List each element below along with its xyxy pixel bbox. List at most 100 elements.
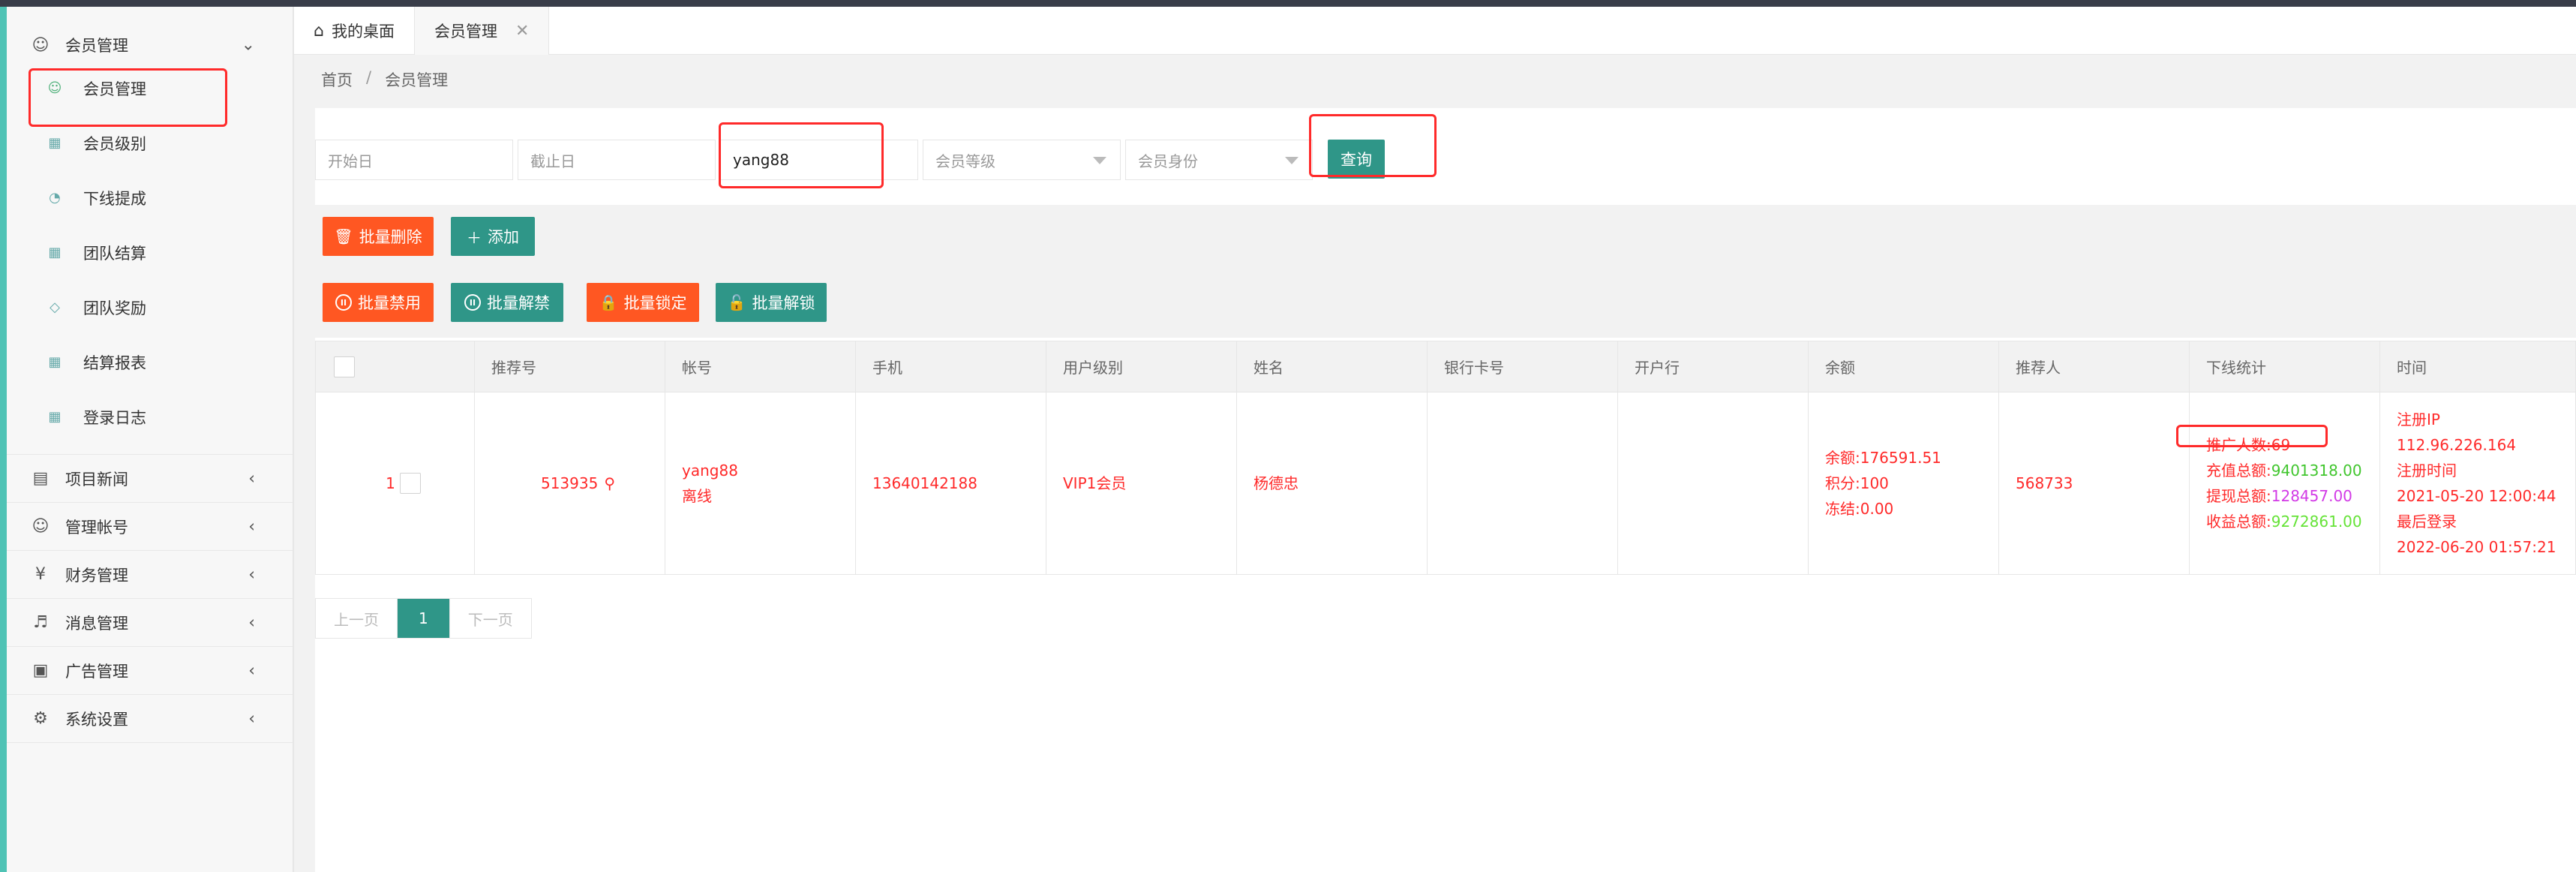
tab-label: 会员管理: [434, 23, 497, 41]
gauge-icon: ◔: [49, 190, 61, 206]
member-level-select[interactable]: 会员等级: [923, 140, 1121, 180]
chevron-left-icon: ‹: [248, 613, 255, 632]
start-date-input[interactable]: 开始日: [315, 140, 513, 180]
tab-bar: ⌂ 我的桌面 会员管理 ✕: [294, 7, 2576, 55]
user-icon: ☺: [32, 35, 50, 55]
reg-ip-label: 注册IP: [2397, 410, 2440, 428]
balance-cell: 余额:176591.51 积分:100 冻结:0.00: [1809, 392, 1999, 574]
batch-lock-button[interactable]: 🔒 批量锁定: [587, 283, 699, 322]
button-label: 批量禁用: [358, 294, 421, 312]
sidebar-group-label: 财务管理: [65, 566, 128, 585]
withdraw-total: 提现总额:128457.00: [2206, 487, 2352, 505]
sidebar-group-finance[interactable]: ¥ 财务管理 ‹: [7, 551, 293, 599]
header-cell: 下线统计: [2190, 341, 2380, 392]
header-cell: 开户行: [1618, 341, 1809, 392]
sidebar-group-label: 广告管理: [65, 662, 128, 681]
sidebar-item-login-log[interactable]: ▦ 登录日志: [7, 389, 293, 444]
query-button[interactable]: 查询: [1328, 140, 1385, 179]
admin-icon: ☺: [32, 517, 50, 536]
main-area: ⌂ 我的桌面 会员管理 ✕ 首页 / 会员管理 开始日 截止日 yang88 会…: [294, 7, 2576, 872]
button-label: 批量锁定: [623, 294, 687, 312]
bank-card-cell: [1428, 392, 1618, 574]
sidebar-item-label: 团队奖励: [83, 299, 146, 317]
search-icon[interactable]: ⚲: [604, 471, 615, 496]
sidebar-group-project-news[interactable]: ▤ 项目新闻 ‹: [7, 455, 293, 503]
sidebar-item-label: 会员管理: [83, 80, 146, 98]
unlock-icon: 🔓: [727, 293, 746, 311]
sidebar-group-settings[interactable]: ⚙ 系统设置 ‹: [7, 695, 293, 743]
batch-delete-button[interactable]: 🗑 批量删除: [323, 217, 434, 256]
breadcrumb-separator: /: [366, 68, 372, 86]
row-select-cell: 1: [316, 392, 475, 574]
tab-label: 我的桌面: [331, 23, 395, 41]
sidebar-item-team-reward[interactable]: ◇ 团队奖励: [7, 280, 293, 335]
top-bar: [0, 0, 2576, 7]
header-cell: 推荐人: [1999, 341, 2190, 392]
settle-icon: ▦: [48, 245, 62, 260]
sidebar-item-label: 团队结算: [83, 244, 146, 263]
level-cell: VIP1会员: [1046, 392, 1237, 574]
sidebar-group-label: 会员管理: [65, 37, 128, 55]
sidebar-group-label: 消息管理: [65, 614, 128, 633]
member-level-placeholder: 会员等级: [935, 152, 995, 170]
tab-desktop[interactable]: ⌂ 我的桌面: [294, 7, 415, 55]
report-icon: ▦: [48, 354, 62, 370]
content-panel: 开始日 截止日 yang88 会员等级 会员身份 查询 🗑 批量删除 ＋ 添加: [315, 108, 2576, 872]
bank-cell: [1618, 392, 1809, 574]
sidebar-item-settlement-report[interactable]: ▦ 结算报表: [7, 335, 293, 389]
breadcrumb-home[interactable]: 首页: [321, 68, 353, 91]
prev-page-button[interactable]: 上一页: [316, 599, 398, 638]
tab-member-management[interactable]: 会员管理 ✕: [414, 7, 550, 55]
sidebar-item-member-management[interactable]: ☺ 会员管理: [7, 61, 293, 116]
batch-disable-button[interactable]: II 批量禁用: [323, 283, 434, 322]
add-button[interactable]: ＋ 添加: [451, 217, 535, 256]
batch-unlock-button[interactable]: 🔓 批量解锁: [716, 283, 827, 322]
calendar-icon: ▦: [48, 409, 62, 425]
downline-stats-cell: 推广人数:69 充值总额:9401318.00 提现总额:128457.00 收…: [2190, 392, 2380, 574]
ref-no: 513935: [540, 474, 599, 492]
table-row: 1 513935 ⚲ yang88 离线 13640142188 VIP1会员 …: [316, 392, 2575, 574]
select-all-checkbox[interactable]: [334, 356, 355, 377]
member-identity-select[interactable]: 会员身份: [1125, 140, 1313, 180]
frozen: 冻结:0.00: [1825, 500, 1894, 518]
sidebar-group-label: 管理帐号: [65, 518, 128, 537]
sidebar-group-messages[interactable]: ♬ 消息管理 ‹: [7, 599, 293, 647]
pagination: 上一页 1 下一页: [315, 598, 532, 639]
last-login: 2022-06-20 01:57:21: [2397, 538, 2556, 556]
sidebar-group-admin-accounts[interactable]: ☺ 管理帐号 ‹: [7, 503, 293, 551]
sidebar-group-ads[interactable]: ▣ 广告管理 ‹: [7, 647, 293, 695]
header-cell: 姓名: [1237, 341, 1428, 392]
trash-icon: 🗑: [334, 227, 353, 245]
reg-ip: 112.96.226.164: [2397, 436, 2517, 454]
header-cell: 推荐号: [475, 341, 665, 392]
caret-down-icon: [1093, 157, 1106, 164]
pause-icon: II: [464, 294, 481, 311]
sidebar-item-team-settlement[interactable]: ▦ 团队结算: [7, 225, 293, 280]
keyword-input[interactable]: yang88: [720, 140, 918, 180]
chevron-left-icon: ‹: [248, 709, 255, 728]
pause-icon: II: [335, 294, 352, 311]
sidebar-item-commission[interactable]: ◔ 下线提成: [7, 170, 293, 225]
recharge-total: 充值总额:9401318.00: [2206, 462, 2362, 480]
page-number-button[interactable]: 1: [398, 599, 450, 638]
breadcrumb-current: 会员管理: [385, 71, 449, 89]
sidebar-item-member-level[interactable]: ▦ 会员级别: [7, 116, 293, 170]
header-cell: 银行卡号: [1428, 341, 1618, 392]
diamond-icon: ◇: [50, 299, 60, 315]
referrer-cell: 568733: [1999, 392, 2190, 574]
online-status: 离线: [682, 487, 712, 505]
row-checkbox[interactable]: [399, 473, 421, 494]
close-icon[interactable]: ✕: [515, 22, 529, 41]
batch-enable-button[interactable]: II 批量解禁: [451, 283, 563, 322]
header-select-all: [316, 341, 475, 392]
promoter-count: 推广人数:69: [2206, 436, 2291, 454]
header-cell: 用户级别: [1046, 341, 1237, 392]
header-cell: 时间: [2397, 359, 2427, 377]
next-page-button[interactable]: 下一页: [449, 599, 531, 638]
end-date-input[interactable]: 截止日: [518, 140, 716, 180]
chevron-down-icon: ⌄: [241, 35, 255, 55]
chevron-left-icon: ‹: [248, 469, 255, 488]
button-label: 批量删除: [359, 228, 422, 246]
sidebar-item-label: 结算报表: [83, 353, 146, 372]
chevron-left-icon: ‹: [248, 661, 255, 680]
